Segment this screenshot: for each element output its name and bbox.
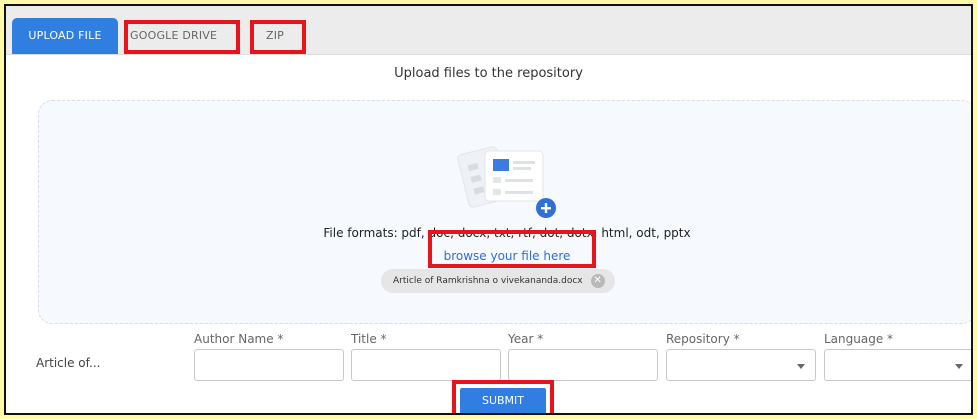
- dropdown-arrow-icon: [797, 364, 805, 369]
- file-dropzone[interactable]: File formats: pdf, doc, docx, txt, rtf, …: [38, 100, 971, 324]
- highlight-box-browse: [428, 230, 596, 268]
- title-label: Title *: [351, 332, 387, 346]
- title-input[interactable]: [351, 349, 501, 381]
- year-input[interactable]: [508, 349, 658, 381]
- highlight-box-zip: [250, 20, 306, 54]
- upload-panel: UPLOAD FILE GOOGLE DRIVE ZIP Upload file…: [4, 4, 973, 415]
- author-name-label: Author Name *: [194, 332, 284, 346]
- language-select[interactable]: [824, 349, 971, 381]
- remove-chip-icon[interactable]: ✕: [590, 274, 605, 288]
- page-heading: Upload files to the repository: [394, 66, 583, 81]
- author-name-input[interactable]: [194, 349, 344, 381]
- year-label: Year *: [508, 332, 544, 346]
- selected-file-name: Article of Ramkrishna o vivekananda.docx: [393, 276, 583, 286]
- repository-label: Repository *: [666, 332, 740, 346]
- highlight-box-submit: [452, 380, 554, 413]
- language-label: Language *: [824, 332, 894, 346]
- plus-circle-icon[interactable]: [535, 197, 557, 219]
- highlight-box-google-drive: [124, 20, 240, 54]
- row-label-file: Article of...: [36, 356, 101, 370]
- dropdown-arrow-icon: [955, 364, 963, 369]
- selected-file-chip: Article of Ramkrishna o vivekananda.docx…: [381, 269, 615, 293]
- repository-select[interactable]: [666, 349, 816, 381]
- tab-upload-file[interactable]: UPLOAD FILE: [12, 18, 118, 54]
